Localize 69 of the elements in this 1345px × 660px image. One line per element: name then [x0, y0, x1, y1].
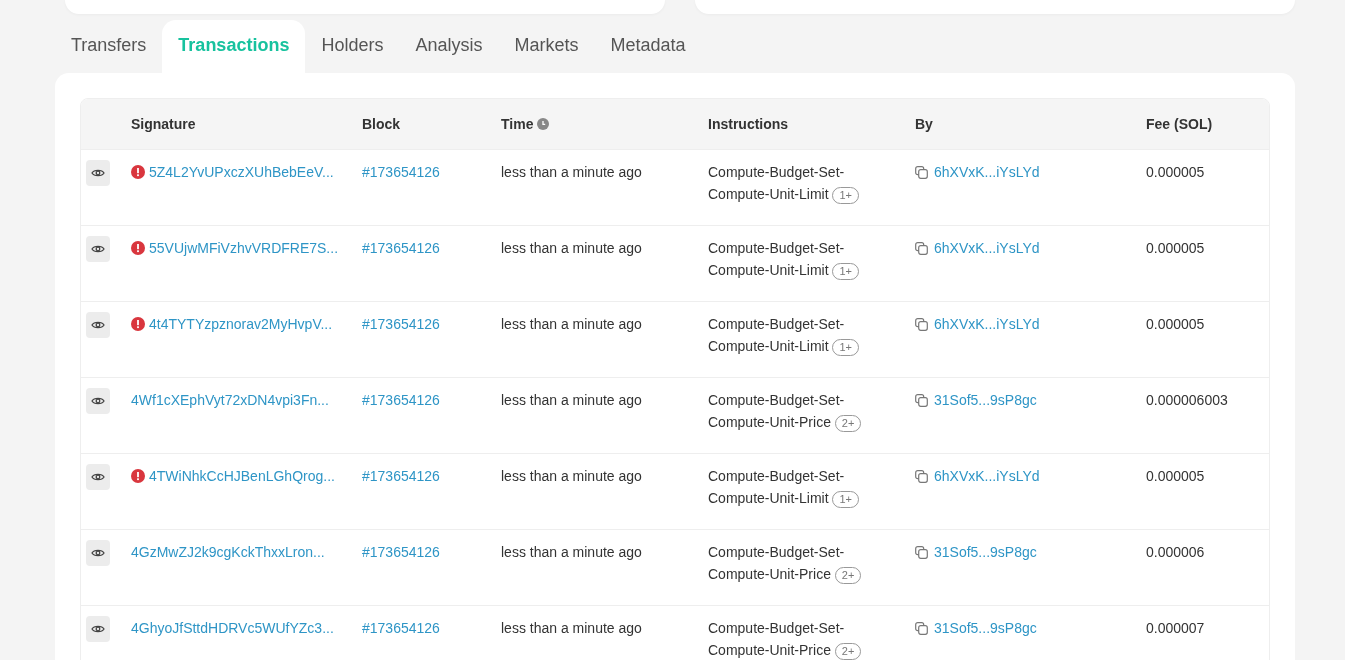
time-text: less than a minute ago [501, 240, 642, 256]
copy-icon[interactable] [915, 394, 928, 407]
eye-icon [91, 244, 105, 254]
signature-link[interactable]: 4Wf1cXEphVyt72xDN4vpi3Fn... [131, 392, 329, 408]
column-header: Instructions [708, 116, 789, 132]
address-link[interactable]: 6hXVxK...iYsLYd [934, 316, 1040, 332]
tab[interactable]: Markets [498, 20, 595, 73]
tab[interactable]: Analysis [399, 20, 499, 73]
block-link[interactable]: #173654126 [362, 468, 440, 484]
copy-icon[interactable] [915, 470, 928, 483]
eye-icon [91, 548, 105, 558]
tab[interactable]: Transactions [162, 20, 306, 73]
tab[interactable]: Metadata [594, 20, 702, 73]
fee-text: 0.000005 [1146, 468, 1205, 484]
block-link[interactable]: #173654126 [362, 620, 440, 636]
copy-icon[interactable] [915, 242, 928, 255]
time-text: less than a minute ago [501, 468, 642, 484]
fee-text: 0.000006 [1146, 544, 1205, 560]
eye-icon [91, 168, 105, 178]
fee-text: 0.000005 [1146, 316, 1205, 332]
clock-icon [537, 118, 550, 130]
block-link[interactable]: #173654126 [362, 164, 440, 180]
address-link[interactable]: 31Sof5...9sP8gc [934, 544, 1037, 560]
eye-icon [91, 396, 105, 406]
copy-icon[interactable] [915, 546, 928, 559]
address-link[interactable]: 31Sof5...9sP8gc [934, 620, 1037, 636]
block-link[interactable]: #173654126 [362, 544, 440, 560]
address-link[interactable]: 31Sof5...9sP8gc [934, 392, 1037, 408]
time-text: less than a minute ago [501, 164, 642, 180]
signature-link[interactable]: 4GzMwZJ2k9cgKckThxxLron... [131, 544, 325, 560]
tab[interactable]: Transfers [55, 20, 163, 73]
column-header: Signature [131, 116, 196, 132]
fee-text: 0.000006003 [1146, 392, 1228, 408]
view-button[interactable] [86, 236, 110, 262]
block-link[interactable]: #173654126 [362, 392, 440, 408]
signature-link[interactable]: 55VUjwMFiVzhvVRDFRE7S... [149, 240, 339, 256]
view-button[interactable] [86, 388, 110, 414]
view-button[interactable] [86, 312, 110, 338]
copy-icon[interactable] [915, 622, 928, 635]
block-link[interactable]: #173654126 [362, 316, 440, 332]
view-button[interactable] [86, 616, 110, 642]
eye-icon [91, 320, 105, 330]
fee-text: 0.000005 [1146, 240, 1205, 256]
signature-link[interactable]: 4TWiNhkCcHJBenLGhQrog... [149, 468, 335, 484]
time-text: less than a minute ago [501, 620, 642, 636]
signature-link[interactable]: 4t4TYTYzpznorav2MyHvpV... [149, 316, 333, 332]
signature-link[interactable]: 5Z4L2YvUPxczXUhBebEeV... [149, 164, 334, 180]
address-link[interactable]: 6hXVxK...iYsLYd [934, 240, 1040, 256]
eye-icon [91, 624, 105, 634]
fee-text: 0.000005 [1146, 164, 1205, 180]
time-text: less than a minute ago [501, 316, 642, 332]
eye-icon [91, 472, 105, 482]
address-link[interactable]: 6hXVxK...iYsLYd [934, 164, 1040, 180]
address-link[interactable]: 6hXVxK...iYsLYd [934, 468, 1040, 484]
view-button[interactable] [86, 540, 110, 566]
signature-link[interactable]: 4GhyoJfSttdHDRVc5WUfYZc3... [131, 620, 334, 636]
tab[interactable]: Holders [305, 20, 400, 73]
copy-icon[interactable] [915, 318, 928, 331]
column-header: Fee (SOL) [1146, 116, 1213, 132]
column-header: By [915, 116, 933, 132]
fee-text: 0.000007 [1146, 620, 1205, 636]
block-link[interactable]: #173654126 [362, 240, 440, 256]
time-text: less than a minute ago [501, 544, 642, 560]
view-button[interactable] [86, 160, 110, 186]
column-header: Block [362, 116, 401, 132]
view-button[interactable] [86, 464, 110, 490]
column-header: Time [501, 116, 534, 132]
time-text: less than a minute ago [501, 392, 642, 408]
copy-icon[interactable] [915, 166, 928, 179]
